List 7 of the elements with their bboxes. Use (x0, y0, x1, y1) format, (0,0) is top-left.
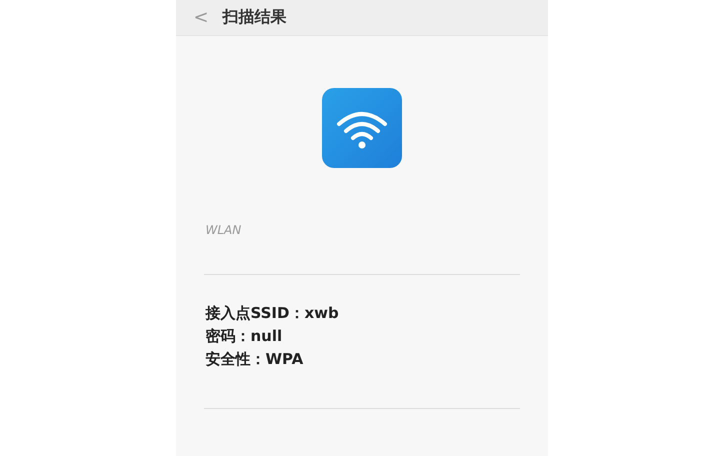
screen-title: 扫描结果 (222, 7, 287, 28)
detail-text: 接入点SSID：xwb (206, 303, 340, 324)
detail-text: 密码：null (206, 326, 284, 347)
back-button[interactable]: < (190, 7, 213, 28)
detail-text: 安全性：WPA (206, 349, 304, 370)
wifi-icon (322, 88, 402, 168)
type-label: WLAN (204, 223, 242, 237)
